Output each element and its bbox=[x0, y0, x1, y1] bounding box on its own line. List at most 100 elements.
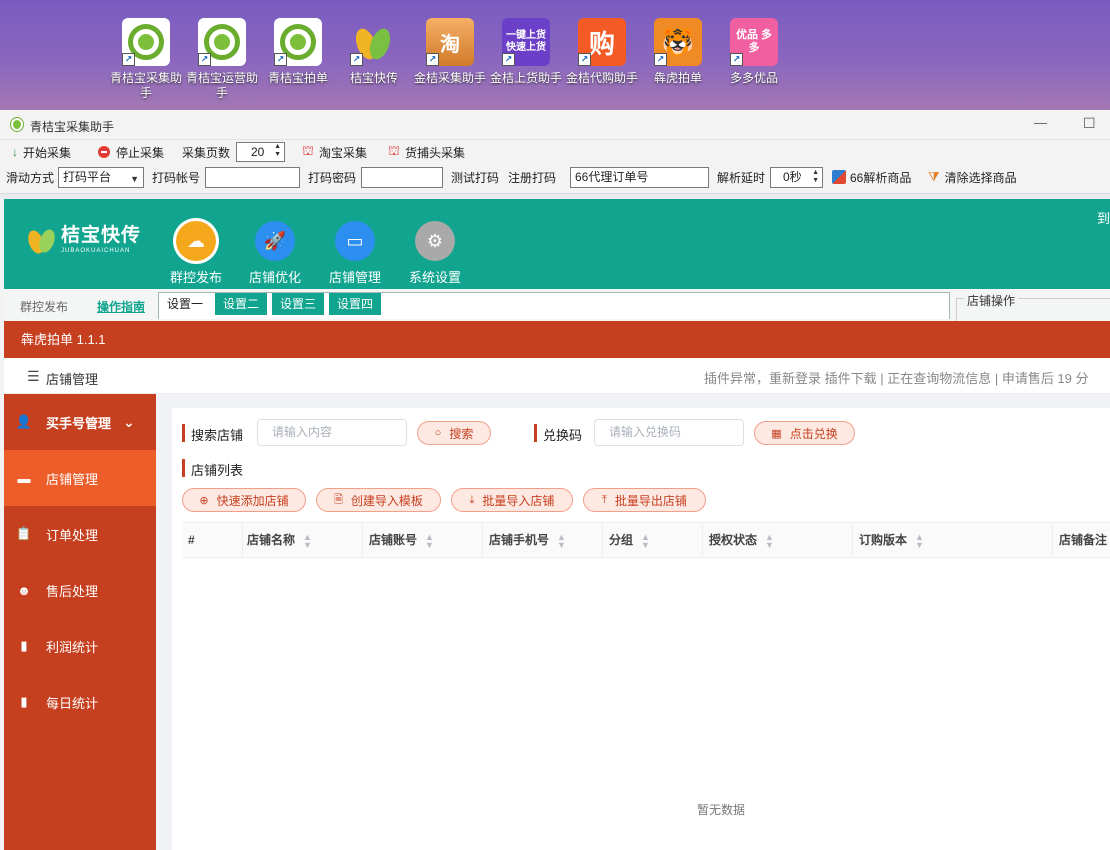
account-label: 打码帐号 bbox=[152, 170, 201, 185]
spin-arrows-icon[interactable]: ▲ ▼ bbox=[812, 169, 819, 185]
tab-setting-4[interactable]: 设置四 bbox=[329, 293, 382, 315]
cloud-upload-icon: ☁ bbox=[176, 221, 216, 261]
column-header-auth-status[interactable]: 授权状态 ▲ ▼ bbox=[702, 523, 852, 557]
monitor-icon: ▭ bbox=[335, 221, 375, 261]
empty-table-text: 暂无数据 bbox=[697, 803, 746, 817]
sort-icon[interactable]: ▲ ▼ bbox=[915, 532, 924, 549]
sort-icon[interactable]: ▲ ▼ bbox=[641, 532, 650, 549]
brand-logo: 桔宝快传 JUBAOKUAICHUAN bbox=[26, 224, 141, 256]
minimize-button[interactable]: — bbox=[1034, 115, 1047, 130]
desktop-shortcut-3[interactable]: ↗ 青桔宝拍单 bbox=[260, 18, 336, 86]
tab-group-publish[interactable]: 群控发布 bbox=[20, 298, 68, 315]
window-title: 青桔宝采集助手 bbox=[30, 120, 115, 134]
start-collect-button[interactable]: ↓ 开始采集 bbox=[12, 141, 71, 163]
sidebar-item-profit-stats[interactable]: ▮ 利润统计 bbox=[4, 618, 156, 674]
chevron-down-icon: ▼ bbox=[130, 174, 139, 184]
redeem-code-input[interactable]: 请输入兑换码 bbox=[594, 419, 744, 446]
desktop-shortcut-9[interactable]: 优品 多多 ↗ 多多优品 bbox=[716, 18, 792, 86]
search-button[interactable]: ○ 搜索 bbox=[417, 421, 491, 445]
clear-selection-button[interactable]: ⧩ 清除选择商品 bbox=[928, 166, 1017, 188]
column-header-shop-name[interactable]: 店铺名称 ▲ ▼ bbox=[242, 523, 362, 557]
sort-icon[interactable]: ▲ ▼ bbox=[765, 532, 774, 549]
app-header: 桔宝快传 JUBAOKUAICHUAN ☁ 群控发布 🚀 店铺优化 ▭ 店铺管理… bbox=[4, 199, 1110, 289]
delay-stepper[interactable]: 0秒 ▲ ▼ bbox=[770, 167, 823, 188]
youpin-icon: 优品 多多 bbox=[735, 29, 773, 54]
sidebar-item-after-sales[interactable]: ☻ 售后处理 bbox=[4, 562, 156, 618]
leaf-logo-icon bbox=[28, 229, 55, 254]
spin-arrows-icon[interactable]: ▲ ▼ bbox=[274, 143, 281, 159]
taobao-collect-button[interactable]: ⛫ 淘宝采集 bbox=[302, 141, 367, 163]
header-right-text: 到 bbox=[1097, 211, 1110, 226]
grid-icon: ▦ bbox=[771, 427, 782, 440]
column-header-shop-account[interactable]: 店铺账号 ▲ ▼ bbox=[362, 523, 482, 557]
column-header-index: # bbox=[188, 533, 195, 547]
window-titlebar: 青桔宝采集助手 — ☐ bbox=[0, 110, 1110, 140]
guide-link[interactable]: 操作指南 bbox=[97, 298, 145, 315]
account-input[interactable] bbox=[205, 167, 300, 188]
sidebar-item-buyer-accounts[interactable]: 👤 买手号管理 ⌄ bbox=[4, 394, 156, 450]
tab-setting-1[interactable]: 设置一 bbox=[159, 293, 212, 317]
gou-icon: 购 bbox=[588, 28, 615, 59]
plus-circle-icon: ⊕ bbox=[199, 494, 209, 507]
content-panel bbox=[172, 408, 1110, 850]
slide-select[interactable]: 打码平台 ▼ bbox=[58, 167, 144, 188]
desktop-shortcut-5[interactable]: 淘 ↗ 金桔采集助手 bbox=[412, 18, 488, 86]
column-header-shop-phone[interactable]: 店铺手机号 ▲ ▼ bbox=[482, 523, 602, 557]
desktop-shortcut-1[interactable]: ↗ 青桔宝采集助手 bbox=[108, 18, 184, 101]
column-header-group[interactable]: 分组 ▲ ▼ bbox=[602, 523, 702, 557]
create-template-button[interactable]: 🗎 创建导入模板 bbox=[316, 488, 441, 512]
password-input[interactable] bbox=[361, 167, 443, 188]
nav-shop-manage[interactable]: ▭ 店铺管理 bbox=[315, 221, 395, 286]
pages-stepper[interactable]: 20 ▲ ▼ bbox=[236, 142, 285, 162]
user-icon: 👤 bbox=[15, 414, 33, 429]
order-number-input[interactable]: 66代理订单号 bbox=[570, 167, 709, 188]
stop-collect-button[interactable]: 停止采集 bbox=[98, 141, 164, 163]
sidebar-item-orders[interactable]: 📋 订单处理 bbox=[4, 506, 156, 562]
tab-setting-3[interactable]: 设置三 bbox=[272, 293, 325, 315]
desktop-shortcut-2[interactable]: ↗ 青桔宝运营助手 bbox=[184, 18, 260, 101]
redeem-button[interactable]: ▦ 点击兑换 bbox=[754, 421, 855, 445]
nav-system-settings[interactable]: ⚙ 系统设置 bbox=[395, 221, 475, 286]
batch-import-button[interactable]: ⤓ 批量导入店铺 bbox=[451, 488, 573, 512]
redeem-code-label: 兑换码 bbox=[543, 428, 583, 443]
parse-goods-button[interactable]: 66解析商品 bbox=[832, 166, 911, 188]
nav-shop-optimize[interactable]: 🚀 店铺优化 bbox=[235, 221, 315, 286]
gear-icon: ⚙ bbox=[415, 221, 455, 261]
upload-goods-icon: 一键上货 快速上货 bbox=[506, 30, 546, 53]
rocket-icon: 🚀 bbox=[255, 221, 295, 261]
toolbar-row-1: ↓ 开始采集 停止采集 采集页数 20 ▲ ▼ ⛫ 淘宝采集 ⛫ 货捕头采集 bbox=[0, 140, 1110, 164]
maximize-button[interactable]: ☐ bbox=[1083, 115, 1096, 132]
quick-add-shop-button[interactable]: ⊕ 快速添加店铺 bbox=[182, 488, 306, 512]
sort-icon[interactable]: ▲ ▼ bbox=[303, 532, 312, 549]
desktop-shortcut-6[interactable]: 一键上货 快速上货 ↗ 金桔上货助手 bbox=[488, 18, 564, 86]
desktop-shortcut-7[interactable]: 购 ↗ 金桔代购助手 bbox=[564, 18, 640, 86]
desktop-shortcut-4[interactable]: ↗ 桔宝快传 bbox=[336, 18, 412, 86]
tab-setting-2[interactable]: 设置二 bbox=[215, 293, 268, 315]
shop-list-title: 店铺列表 bbox=[191, 463, 244, 478]
batch-export-button[interactable]: ⤒ 批量导出店铺 bbox=[583, 488, 706, 512]
huobutou-collect-button[interactable]: ⛫ 货捕头采集 bbox=[388, 141, 465, 163]
delay-label: 解析延时 bbox=[717, 170, 766, 185]
sidebar-item-daily-stats[interactable]: ▮ 每日统计 bbox=[4, 674, 156, 730]
pages-label: 采集页数 bbox=[182, 145, 231, 160]
sidebar: 👤 买手号管理 ⌄ ▬ 店铺管理 📋 订单处理 ☻ 售后处理 ▮ 利润统计 ▮ … bbox=[4, 394, 156, 850]
filter-clear-icon: ⧩ bbox=[928, 169, 940, 184]
register-captcha-button[interactable]: 注册打码 bbox=[508, 166, 556, 188]
test-captcha-button[interactable]: 测试打码 bbox=[451, 166, 499, 188]
shop-ops-label: 店铺操作 bbox=[964, 292, 1019, 309]
sort-icon[interactable]: ▲ ▼ bbox=[557, 532, 566, 549]
column-header-remark: 店铺备注 bbox=[1052, 523, 1110, 557]
download-icon: ⤓ bbox=[469, 493, 475, 506]
plugin-banner: 犇虎拍单 1.1.1 bbox=[4, 321, 1110, 358]
notice-marquee: 插件异常，重新登录 插件下载 | 正在查询物流信息 | 申请售后 19 分 bbox=[704, 371, 1089, 386]
desktop-shortcut-8[interactable]: 🐯 ↗ 犇虎拍单 bbox=[640, 18, 716, 86]
bar-chart-icon: ▮ bbox=[20, 638, 28, 653]
banner-title: 犇虎拍单 1.1.1 bbox=[21, 332, 106, 347]
desktop-background: ↗ 青桔宝采集助手 ↗ 青桔宝运营助手 ↗ 青桔宝拍单 ↗ 桔宝快传 淘 ↗ 金桔… bbox=[0, 0, 1110, 110]
search-input[interactable]: 请输入内容 bbox=[257, 419, 407, 446]
sidebar-item-shop-manage[interactable]: ▬ 店铺管理 bbox=[4, 450, 156, 506]
nav-group-publish[interactable]: ☁ 群控发布 bbox=[156, 221, 236, 286]
column-header-version[interactable]: 订购版本 ▲ ▼ bbox=[852, 523, 1052, 557]
sort-icon[interactable]: ▲ ▼ bbox=[425, 532, 434, 549]
menu-icon[interactable]: ☰ bbox=[27, 368, 40, 385]
